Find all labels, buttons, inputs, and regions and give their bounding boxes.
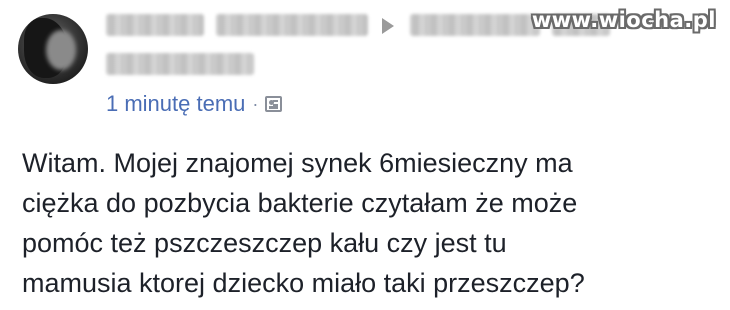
avatar[interactable] bbox=[18, 14, 88, 84]
meta-separator: · bbox=[252, 93, 259, 114]
watermark: www.wiocha.pl bbox=[531, 8, 716, 32]
group-icon-base bbox=[269, 106, 279, 109]
group-icon-line bbox=[273, 100, 279, 102]
group-icon[interactable] bbox=[265, 96, 283, 112]
post-text-line: ciężka do pozbycia bakterie czytałam że … bbox=[22, 188, 578, 218]
post-timestamp[interactable]: 1 minutę temu bbox=[106, 91, 245, 117]
arrow-right-icon bbox=[382, 18, 394, 34]
facebook-post: www.wiocha.pl 1 minutę temu · Witam. Moj… bbox=[0, 0, 730, 310]
post-text-line: Witam. Mojej znajomej synek 6miesieczny … bbox=[22, 148, 573, 178]
author-name-redacted[interactable] bbox=[106, 14, 204, 36]
post-body: Witam. Mojej znajomej synek 6miesieczny … bbox=[22, 143, 722, 303]
avatar-face bbox=[46, 30, 76, 70]
group-name-redacted[interactable] bbox=[410, 14, 540, 36]
post-meta: 1 minutę temu · bbox=[106, 90, 283, 118]
group-name-redacted-line-2[interactable] bbox=[106, 53, 254, 75]
author-surname-redacted[interactable] bbox=[216, 14, 368, 36]
post-text-line: pomóc też pszczeszczep kału czy jest tu bbox=[22, 228, 507, 258]
post-text-line: mamusia ktorej dziecko miało taki przesz… bbox=[22, 268, 585, 298]
